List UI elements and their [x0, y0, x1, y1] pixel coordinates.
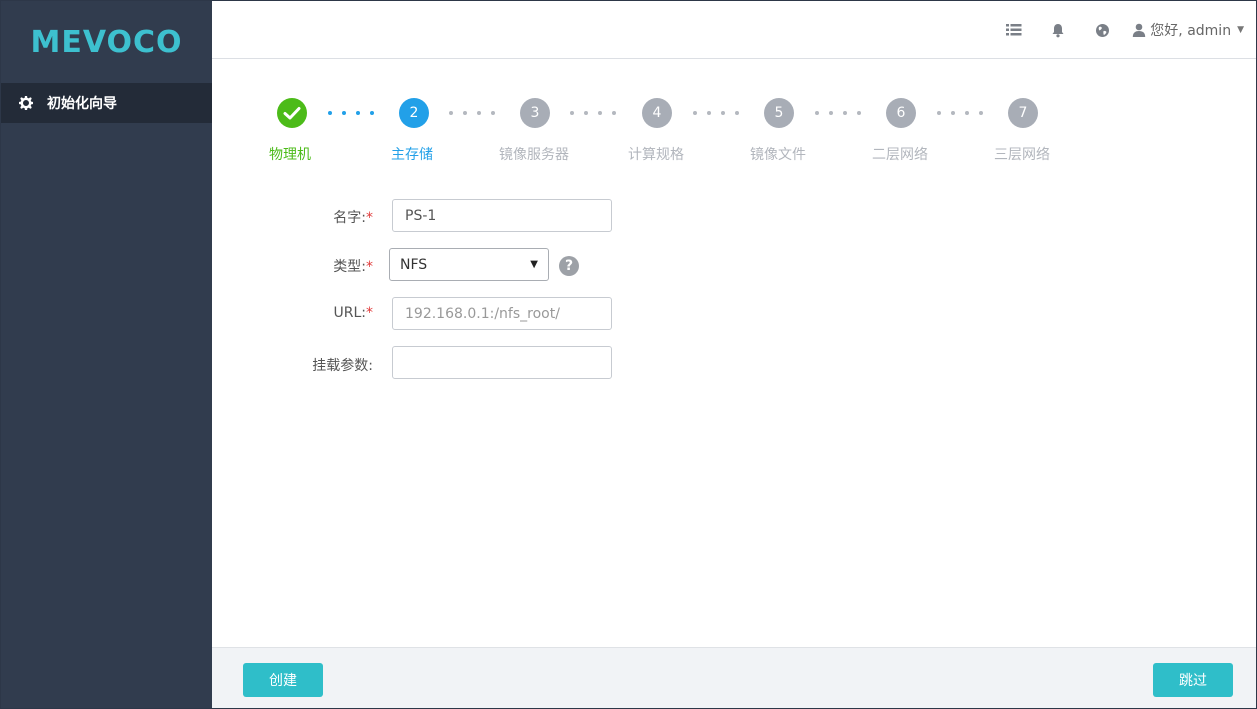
globe-icon[interactable]	[1080, 1, 1124, 59]
sidebar-item-init-wizard[interactable]: 初始化向导	[1, 83, 212, 123]
step-2-number: 2	[409, 105, 419, 121]
create-button[interactable]: 创建	[243, 663, 323, 697]
step-connector-1	[328, 111, 374, 115]
caret-down-icon: ▼	[1237, 25, 1244, 35]
name-label: 名字:*	[333, 210, 373, 226]
name-input[interactable]: PS-1	[392, 199, 612, 232]
main-content: 物理机 2 主存储 3 镜像服务器 4 计算规格 5 镜像文件 6 二层网络 7…	[212, 59, 1256, 647]
step-3-label: 镜像服务器	[499, 147, 569, 163]
user-greeting: 您好, admin	[1150, 23, 1232, 39]
step-3-circle: 3	[520, 98, 550, 128]
sidebar-item-label: 初始化向导	[47, 96, 117, 112]
step-5-number: 5	[774, 105, 784, 121]
logo-area: MEVOCO	[1, 1, 212, 83]
step-1-circle	[277, 98, 307, 128]
step-7-label: 三层网络	[994, 147, 1050, 163]
step-6-circle: 6	[886, 98, 916, 128]
gear-icon	[19, 96, 33, 110]
url-input[interactable]: 192.168.0.1:/nfs_root/	[392, 297, 612, 330]
step-connector-3	[570, 111, 616, 115]
bell-icon[interactable]	[1036, 1, 1080, 59]
step-4-circle: 4	[642, 98, 672, 128]
step-connector-2	[449, 111, 495, 115]
url-label: URL:*	[333, 305, 374, 321]
mount-params-input[interactable]	[392, 346, 612, 379]
type-select-value: NFS	[400, 256, 428, 273]
step-3-number: 3	[530, 105, 540, 121]
step-5-circle: 5	[764, 98, 794, 128]
brand-logo: MEVOCO	[30, 24, 183, 60]
caret-down-icon: ▼	[530, 259, 538, 270]
step-4-label: 计算规格	[628, 147, 684, 163]
type-label: 类型:*	[333, 259, 373, 275]
step-2-circle: 2	[399, 98, 429, 128]
check-icon	[283, 107, 301, 120]
step-6-label: 二层网络	[872, 147, 928, 163]
step-connector-5	[815, 111, 861, 115]
step-6-number: 6	[896, 105, 906, 121]
step-4-number: 4	[652, 105, 662, 121]
type-select[interactable]: NFS ▼	[389, 248, 549, 281]
sidebar: MEVOCO 初始化向导	[1, 1, 212, 708]
skip-button[interactable]: 跳过	[1153, 663, 1233, 697]
step-2-label: 主存储	[391, 147, 433, 163]
help-icon[interactable]: ?	[559, 256, 579, 276]
user-icon	[1132, 23, 1146, 37]
user-menu[interactable]: 您好, admin ▼	[1124, 1, 1248, 59]
step-connector-4	[693, 111, 739, 115]
mount-params-label: 挂载参数:	[312, 358, 373, 374]
step-5-label: 镜像文件	[750, 147, 806, 163]
step-1-label: 物理机	[269, 147, 311, 163]
step-7-number: 7	[1018, 105, 1028, 121]
top-header: 您好, admin ▼	[212, 1, 1256, 59]
footer-bar: 创建 跳过	[212, 647, 1256, 708]
header-toolbar: 您好, admin ▼	[992, 1, 1248, 59]
step-connector-6	[937, 111, 983, 115]
step-7-circle: 7	[1008, 98, 1038, 128]
list-icon[interactable]	[992, 1, 1036, 59]
